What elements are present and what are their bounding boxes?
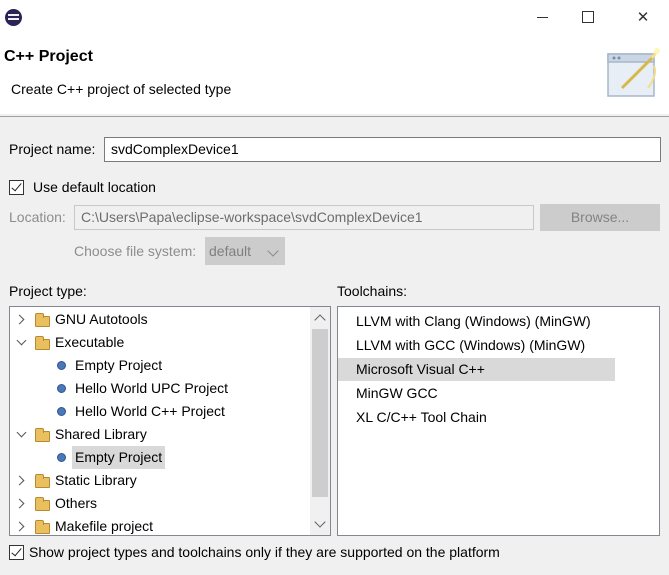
chevron-down-icon[interactable] (16, 335, 27, 346)
scrollbar-thumb[interactable] (312, 329, 328, 497)
file-system-select[interactable]: default (205, 237, 285, 265)
toolchain-item[interactable]: LLVM with Clang (Windows) (MinGW) (338, 310, 638, 333)
tree-item[interactable]: Static Library (10, 469, 308, 492)
use-default-location-checkbox[interactable] (9, 180, 24, 195)
wizard-banner: C++ Project Create C++ project of select… (0, 36, 669, 114)
location-input[interactable]: C:\Users\Papa\eclipse-workspace\svdCompl… (74, 205, 534, 230)
use-default-location-label: Use default location (33, 179, 156, 195)
eclipse-app-icon (5, 9, 22, 26)
close-button[interactable]: ✕ (620, 0, 666, 36)
toolchains-label: Toolchains: (337, 283, 408, 299)
new-project-wizard-icon (607, 48, 660, 97)
minimize-icon (536, 17, 548, 18)
tree-item-label: Executable (55, 334, 125, 350)
tree-item-label: Empty Project (75, 357, 163, 373)
folder-icon (35, 313, 50, 327)
toolchain-item[interactable]: MinGW GCC (338, 382, 638, 405)
show-supported-only-label: Show project types and toolchains only i… (29, 544, 500, 560)
project-template-icon (57, 361, 66, 370)
file-system-label: Choose file system: (74, 243, 197, 259)
toolchain-item[interactable]: XL C/C++ Tool Chain (338, 406, 638, 429)
tree-item[interactable]: Makefile project (10, 515, 308, 535)
tree-item-label: Others (55, 495, 98, 511)
file-system-value: default (209, 243, 252, 259)
folder-icon (35, 474, 50, 488)
chevron-down-icon[interactable] (16, 427, 27, 438)
project-name-input[interactable]: svdComplexDevice1 (104, 137, 661, 162)
project-type-tree[interactable]: GNU Autotools Executable Empty Project Hell… (9, 306, 331, 536)
scroll-up-icon[interactable] (314, 314, 326, 326)
toolchains-list[interactable]: LLVM with Clang (Windows) (MinGW) LLVM wi… (337, 306, 660, 536)
folder-icon (35, 336, 50, 350)
maximize-icon (582, 10, 594, 23)
scroll-down-icon[interactable] (314, 516, 326, 528)
tree-item-label: Empty Project (72, 446, 166, 469)
folder-icon (35, 428, 50, 442)
chevron-right-icon[interactable] (14, 521, 25, 532)
close-icon: ✕ (636, 8, 650, 26)
toolchain-item[interactable]: LLVM with GCC (Windows) (MinGW) (338, 334, 638, 357)
tree-item[interactable]: Hello World UPC Project (10, 377, 308, 400)
tree-item[interactable]: Shared Library (10, 423, 308, 446)
tree-item-label: Shared Library (55, 426, 147, 442)
project-type-scrollbar[interactable] (310, 307, 330, 535)
tree-item-label: GNU Autotools (55, 311, 148, 327)
chevron-right-icon[interactable] (14, 314, 25, 325)
toolchain-item[interactable]: Microsoft Visual C++ (338, 358, 615, 381)
chevron-right-icon[interactable] (14, 475, 25, 486)
tree-item-label: Static Library (55, 472, 137, 488)
browse-button[interactable]: Browse... (540, 204, 660, 231)
location-label: Location: (9, 209, 66, 225)
show-supported-only-checkbox[interactable] (9, 545, 24, 560)
project-template-icon (57, 407, 66, 416)
project-name-label: Project name: (9, 141, 96, 157)
tree-item[interactable]: Others (10, 492, 308, 515)
tree-item[interactable]: Hello World C++ Project (10, 400, 308, 423)
project-template-icon (57, 453, 66, 462)
page-description: Create C++ project of selected type (11, 81, 232, 97)
tree-item[interactable]: Empty Project (10, 354, 308, 377)
banner-divider (0, 116, 669, 117)
tree-item[interactable]: GNU Autotools (10, 308, 308, 331)
chevron-down-icon (267, 245, 279, 257)
tree-item-label: Hello World C++ Project (75, 403, 225, 419)
tree-item[interactable]: Executable (10, 331, 308, 354)
tree-item-label: Hello World UPC Project (75, 380, 229, 396)
project-type-label: Project type: (9, 283, 87, 299)
maximize-button[interactable] (565, 0, 611, 36)
minimize-button[interactable] (519, 0, 565, 36)
project-template-icon (57, 384, 66, 393)
tree-item[interactable]: Empty Project (10, 446, 308, 469)
title-bar: ✕ (0, 0, 669, 36)
folder-icon (35, 497, 50, 511)
tree-item-label: Makefile project (55, 518, 154, 534)
folder-icon (35, 520, 50, 534)
page-title: C++ Project (4, 48, 93, 65)
chevron-right-icon[interactable] (14, 498, 25, 509)
